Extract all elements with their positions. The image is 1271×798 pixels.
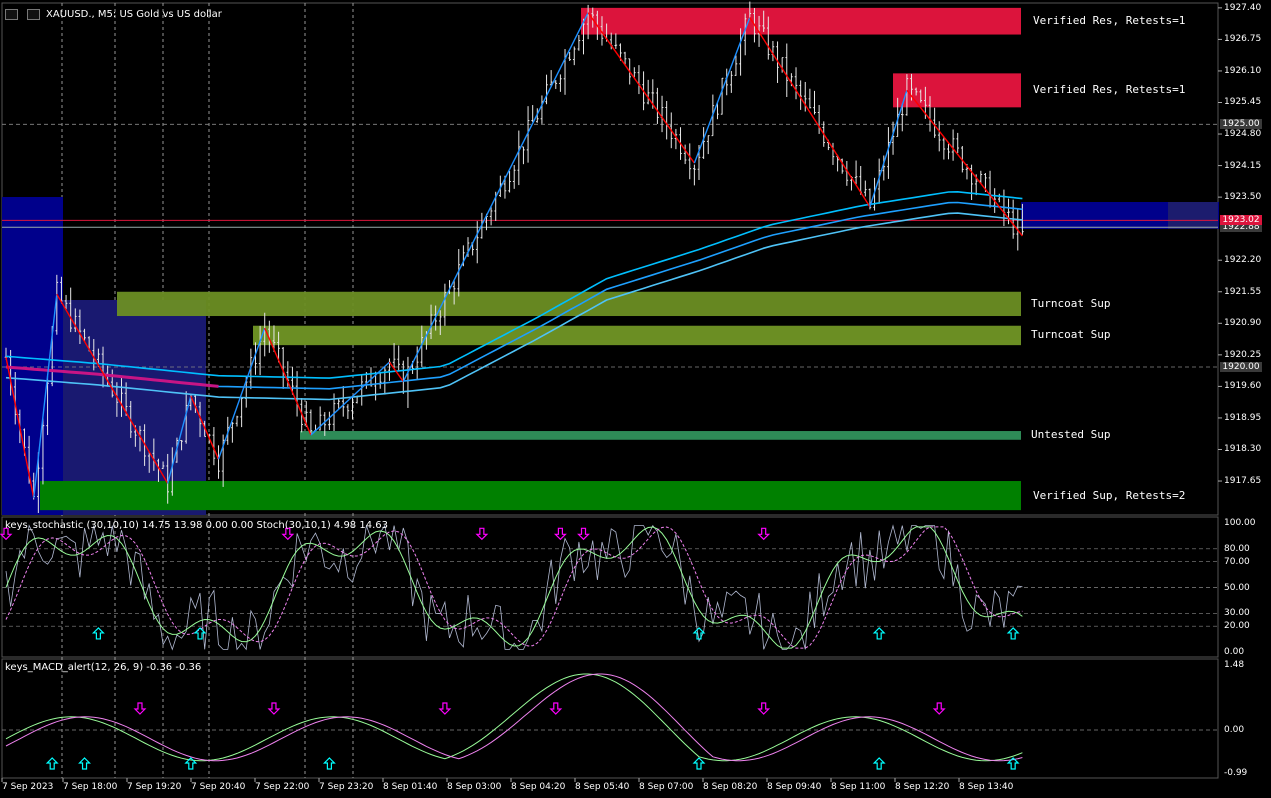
macd-lines xyxy=(2,673,1218,770)
zone-label: Turncoat Sup xyxy=(1031,296,1111,310)
sell-arrow-icon xyxy=(577,527,590,541)
sell-arrow-icon xyxy=(267,702,281,715)
zone-label: Verified Res, Retests=1 xyxy=(1033,83,1186,97)
depth-of-market-icon[interactable] xyxy=(27,9,40,20)
sell-arrow-icon xyxy=(475,527,489,541)
time-tick-label: 8 Sep 03:00 xyxy=(447,782,502,792)
zone-turncoat xyxy=(253,325,1021,346)
zone-turncoat xyxy=(117,291,1021,317)
stochastic-lines xyxy=(0,524,1218,651)
buy-arrow-icon xyxy=(78,757,91,770)
macd-signal-line xyxy=(5,673,1023,762)
macd-tick-label: -0.99 xyxy=(1224,768,1248,779)
time-tick-label: 8 Sep 12:20 xyxy=(895,782,950,792)
sell-arrow-icon xyxy=(553,527,567,541)
price-tick-label: 1920.90 xyxy=(1224,318,1262,329)
trade-panel-icon[interactable] xyxy=(5,9,18,20)
zigzag-segment xyxy=(310,361,390,436)
time-tick-label: 7 Sep 18:00 xyxy=(63,782,118,792)
macd-title: keys_MACD_alert(12, 26, 9) -0.36 -0.36 xyxy=(5,662,202,673)
zone-resistance xyxy=(893,73,1021,108)
price-tick-label: 1917.65 xyxy=(1224,476,1262,487)
zigzag-segment xyxy=(587,12,695,164)
price-tick-label: 1926.75 xyxy=(1224,34,1262,45)
price-badge: 1920.00 xyxy=(1220,361,1262,372)
sell-arrow-icon xyxy=(133,702,147,715)
time-tick-label: 7 Sep 23:20 xyxy=(319,782,374,792)
buy-arrow-icon xyxy=(872,757,886,770)
stochastic-tick-label: 50.00 xyxy=(1224,582,1250,593)
buy-arrow-icon xyxy=(872,627,886,640)
price-tick-label: 1923.50 xyxy=(1224,192,1262,203)
buy-arrow-icon xyxy=(45,757,59,770)
sell-arrow-icon xyxy=(932,702,946,715)
buy-arrow-icon xyxy=(322,757,336,770)
sell-arrow-icon xyxy=(757,527,771,541)
zigzag-segment xyxy=(217,327,266,460)
zone-resistance xyxy=(581,7,1021,35)
symbol-title: XAUUSD., M5: US Gold vs US dollar xyxy=(46,9,222,20)
zone-label: Verified Sup, Retests=2 xyxy=(1033,488,1186,502)
time-tick-label: 8 Sep 04:20 xyxy=(511,782,566,792)
time-tick-label: 7 Sep 22:00 xyxy=(255,782,310,792)
price-tick-label: 1925.45 xyxy=(1224,97,1262,108)
sell-arrow-icon xyxy=(549,702,563,715)
stochastic-title: keys_stochastic (30,10,10) 14.75 13.98 0… xyxy=(5,520,388,531)
sell-arrow-icon xyxy=(757,702,771,715)
price-tick-label: 1918.95 xyxy=(1224,412,1262,423)
zone-label: Verified Res, Retests=1 xyxy=(1033,14,1186,28)
price-tick-label: 1920.25 xyxy=(1224,349,1262,360)
stochastic-tick-label: 30.00 xyxy=(1224,608,1250,619)
time-tick-label: 7 Sep 19:20 xyxy=(127,782,182,792)
price-tick-label: 1926.10 xyxy=(1224,65,1262,76)
price-tick-label: 1924.15 xyxy=(1224,160,1262,171)
price-tick-label: 1924.80 xyxy=(1224,129,1262,140)
time-tick-label: 7 Sep 20:40 xyxy=(191,782,246,792)
zone-label: Turncoat Sup xyxy=(1031,328,1111,342)
price-tick-label: 1922.20 xyxy=(1224,255,1262,266)
time-tick-label: 8 Sep 08:20 xyxy=(703,782,758,792)
time-tick-label: 8 Sep 05:40 xyxy=(575,782,630,792)
stochastic-tick-label: 80.00 xyxy=(1224,543,1250,554)
stochastic-tick-label: 100.00 xyxy=(1224,518,1256,528)
price-tick-label: 1919.60 xyxy=(1224,381,1262,392)
time-tick-label: 8 Sep 01:40 xyxy=(383,782,438,792)
time-tick-label: 8 Sep 07:00 xyxy=(639,782,694,792)
buy-arrow-icon xyxy=(91,627,105,640)
macd-tick-label: 0.00 xyxy=(1224,725,1245,735)
time-tick-label: 8 Sep 13:40 xyxy=(959,782,1014,792)
macd-tick-label: 1.48 xyxy=(1224,660,1245,670)
macd-panel-frame xyxy=(1,658,1219,779)
time-tick-label: 8 Sep 09:40 xyxy=(767,782,822,792)
zigzag-segment xyxy=(869,90,908,208)
price-badge: 1925.00 xyxy=(1220,119,1262,130)
zigzag-segment xyxy=(749,17,871,208)
current-range-box xyxy=(1168,202,1218,229)
price-tick-label: 1927.40 xyxy=(1224,2,1262,13)
chart-canvas[interactable] xyxy=(0,0,1271,798)
stochastic-tick-label: 0.00 xyxy=(1224,647,1245,657)
buy-arrow-icon xyxy=(1006,627,1020,640)
zone-verified_support xyxy=(40,481,1021,511)
price-tick-label: 1921.55 xyxy=(1224,286,1262,297)
time-tick-label: 7 Sep 2023 xyxy=(2,782,54,792)
buy-arrow-icon xyxy=(692,627,706,640)
stochastic-tick-label: 20.00 xyxy=(1224,621,1250,632)
price-badge: 1923.02 xyxy=(1220,215,1262,226)
zone-label: Untested Sup xyxy=(1031,428,1111,442)
buy-arrow-icon xyxy=(692,757,706,770)
stochastic-tick-label: 70.00 xyxy=(1224,556,1250,567)
price-tick-label: 1918.30 xyxy=(1224,444,1262,455)
macd-main-line xyxy=(5,673,1023,762)
time-tick-label: 8 Sep 11:00 xyxy=(831,782,886,792)
zone-untested xyxy=(300,431,1021,440)
zigzag-segment xyxy=(693,17,751,164)
sell-arrow-icon xyxy=(438,702,452,715)
